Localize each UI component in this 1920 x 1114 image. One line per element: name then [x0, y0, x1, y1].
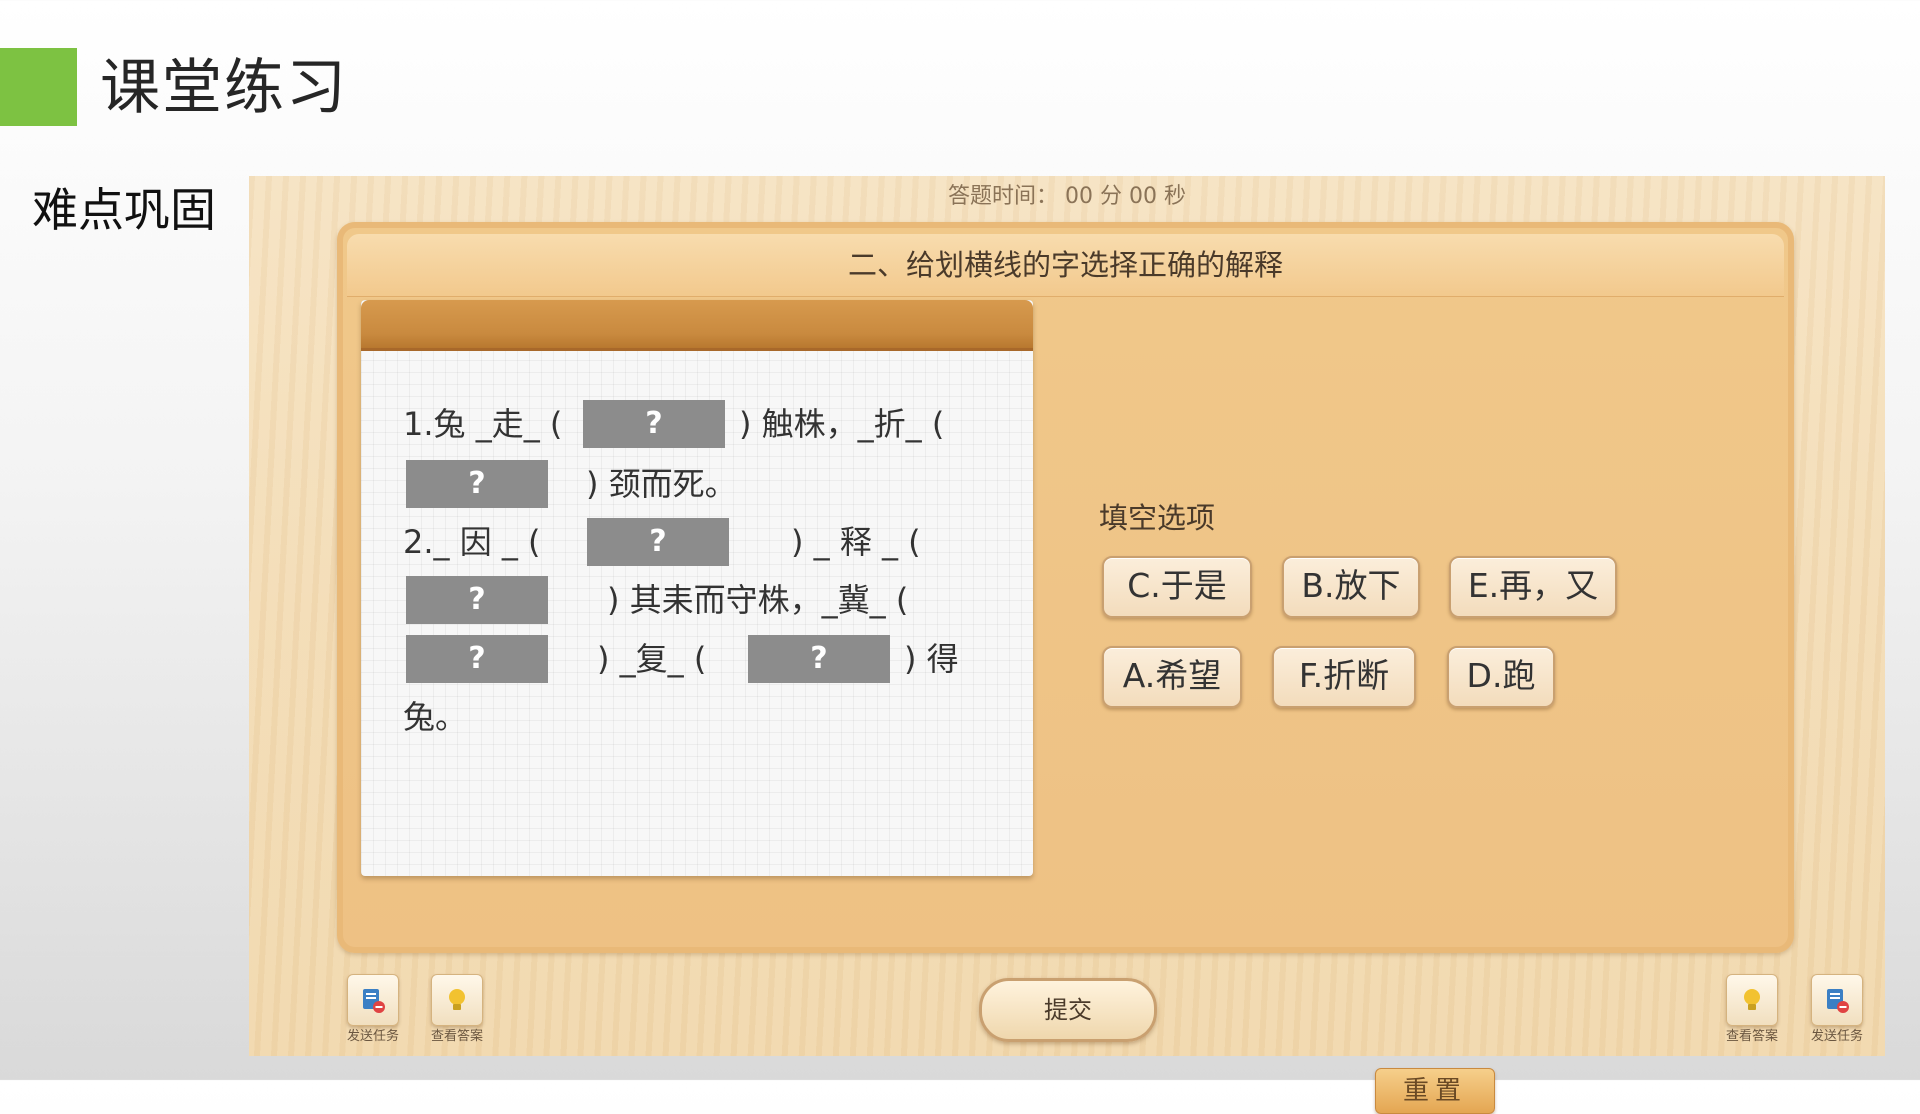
answer-blank-1[interactable]: ? — [583, 400, 725, 448]
answer-timer: 答题时间： 00 分 00 秒 — [948, 184, 1186, 209]
answer-blank-2[interactable]: ? — [406, 460, 548, 508]
passage-text: ) _复_ ( — [597, 640, 707, 678]
passage-text: ) 得 — [904, 640, 959, 678]
answer-blank-3[interactable]: ? — [587, 518, 729, 566]
send-task-icon — [347, 974, 399, 1026]
tool-label: 查看答案 — [1725, 1029, 1778, 1044]
passage-text: ) 其耒而守株，_冀_ ( — [607, 581, 909, 619]
send-task-icon — [1811, 974, 1863, 1026]
answer-blank-6[interactable]: ? — [748, 635, 890, 683]
answer-blank-4[interactable]: ? — [406, 576, 548, 624]
answer-blank-5[interactable]: ? — [406, 635, 548, 683]
slide-title: 课堂练习 — [100, 53, 348, 123]
option-a[interactable]: A.希望 — [1102, 646, 1242, 708]
view-answer-tool[interactable]: 查看答案 — [421, 974, 493, 1048]
passage-notebook: 1.兔 _走_ ( ? ) 触株，_折_ ( ? ) 颈而死。 2._ 因 _ … — [361, 300, 1033, 876]
question-title: 二、给划横线的字选择正确的解释 — [347, 234, 1784, 297]
passage-text: ) 颈而死。 — [586, 465, 737, 503]
passage-text: 1.兔 _走_ ( — [403, 405, 563, 443]
passage-text: ) 触株，_折_ ( — [739, 405, 945, 443]
lightbulb-icon — [431, 974, 483, 1026]
option-e[interactable]: E.再，又 — [1449, 556, 1617, 618]
options-title: 填空选项 — [1099, 501, 1216, 535]
lightbulb-icon — [1726, 974, 1778, 1026]
tool-label: 发送任务 — [346, 1029, 399, 1044]
section-label: 难点巩固 — [32, 183, 216, 237]
passage-text: 兔。 — [403, 698, 468, 736]
send-task-tool[interactable]: 发送任务 — [337, 974, 409, 1048]
submit-button[interactable]: 提交 — [979, 978, 1157, 1042]
option-b[interactable]: B.放下 — [1282, 556, 1420, 618]
notebook-binding — [361, 300, 1033, 351]
view-answer-tool-right[interactable]: 查看答案 — [1716, 974, 1788, 1048]
send-task-tool-right[interactable]: 发送任务 — [1801, 974, 1873, 1048]
exercise-app: 答题时间： 00 分 00 秒 二、给划横线的字选择正确的解释 1.兔 _走_ … — [249, 176, 1885, 1114]
title-accent-bar — [0, 48, 77, 126]
reset-button[interactable]: 重置 — [1375, 1068, 1495, 1114]
passage-text: ) _ 释 _ ( — [791, 523, 921, 561]
option-f[interactable]: F.折断 — [1272, 646, 1416, 708]
tool-label: 发送任务 — [1810, 1029, 1863, 1044]
option-c[interactable]: C.于是 — [1102, 556, 1252, 618]
tool-label: 查看答案 — [430, 1029, 483, 1044]
passage-text: 2._ 因 _ ( — [403, 523, 541, 561]
option-d[interactable]: D.跑 — [1447, 646, 1555, 708]
